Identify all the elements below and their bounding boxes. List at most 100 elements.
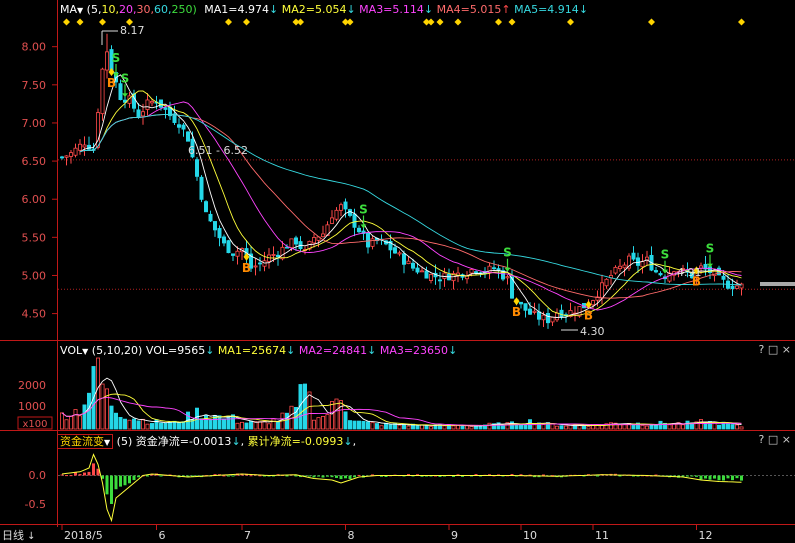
stock-chart: BBB BBSSSS S S 2018/5 6 7 8 9 10 11 12 8.00 7.50 7… xyxy=(0,0,795,542)
volume-bar xyxy=(428,426,433,430)
candle-body xyxy=(185,131,190,142)
volume-bar xyxy=(127,419,132,430)
low-price-label: 4.30 xyxy=(580,325,605,338)
candle-body xyxy=(735,285,740,289)
volume-bar xyxy=(145,423,150,430)
candle-body xyxy=(78,143,83,151)
flow-header: 资金流变▼ (5) 资金净流=-0.0013↓, 累计净流=-0.0993↓, xyxy=(57,433,356,449)
vol-params: (5,10,20) xyxy=(91,344,143,357)
restore-button[interactable]: □ xyxy=(768,433,778,446)
volume-bar xyxy=(361,421,366,430)
candle-body xyxy=(613,266,618,274)
volume-bar xyxy=(406,425,411,430)
volume-bar xyxy=(424,424,429,430)
volume-bar xyxy=(699,419,704,430)
volume-bar xyxy=(735,424,740,430)
candle-body xyxy=(60,156,65,159)
restore-button[interactable]: □ xyxy=(768,343,778,356)
flow-bar xyxy=(146,475,149,477)
volume-bar xyxy=(248,420,253,430)
volume-bar xyxy=(140,418,145,430)
help-button[interactable]: ? xyxy=(759,433,765,446)
candle-body xyxy=(415,267,420,273)
flow-param: (5) xyxy=(116,435,133,448)
volume-bar xyxy=(199,418,204,430)
volume-bar xyxy=(118,417,123,430)
candle-body xyxy=(604,278,609,287)
volume-bar xyxy=(658,420,663,430)
volume-bar xyxy=(559,425,564,430)
event-marker-diamond xyxy=(76,18,84,26)
volume-bar xyxy=(455,424,460,430)
candle-body xyxy=(424,270,429,279)
volume-bar xyxy=(320,416,325,430)
volume-bar xyxy=(69,415,74,430)
candle-body xyxy=(410,262,415,269)
volume-bar xyxy=(307,391,312,430)
sell-signal-label: S xyxy=(112,51,121,65)
dropdown-caret-icon[interactable]: ▼ xyxy=(104,438,110,447)
candle-body xyxy=(82,144,87,148)
candle-body xyxy=(654,270,659,273)
flow-bar xyxy=(128,475,131,484)
flow-bar xyxy=(344,475,347,479)
volume-bar xyxy=(163,422,168,430)
candle-body xyxy=(257,262,262,265)
volume-bar xyxy=(365,421,370,430)
volume-bar xyxy=(555,425,560,430)
candle-body xyxy=(69,152,74,157)
buy-signal-label: B xyxy=(512,305,521,319)
buy-point-diamond xyxy=(513,297,520,306)
close-button[interactable]: × xyxy=(782,343,791,356)
period-button[interactable]: 日线 ↓ xyxy=(2,527,36,543)
high-price-label: 8.17 xyxy=(120,24,145,37)
volume-bar xyxy=(500,425,505,430)
buy-signal-label: B xyxy=(107,76,116,90)
event-marker-diamond xyxy=(346,18,354,26)
help-button[interactable]: ? xyxy=(759,343,765,356)
period-label[interactable]: 日线 xyxy=(2,529,24,542)
candle-body xyxy=(163,107,168,110)
flow-bar xyxy=(69,475,73,477)
flow-bar xyxy=(119,475,122,487)
candle-body xyxy=(640,261,645,268)
dropdown-caret-icon[interactable]: ▼ xyxy=(77,6,83,15)
candle-body xyxy=(618,265,623,270)
flow-bar xyxy=(321,475,325,478)
volume-bar xyxy=(64,419,69,430)
flow-bar xyxy=(92,463,95,476)
candle-body xyxy=(253,265,258,268)
volume-bar xyxy=(338,400,343,430)
volume-bar xyxy=(266,423,271,430)
candle-body xyxy=(203,201,208,213)
vol-indicator-dropdown[interactable]: VOL xyxy=(60,344,82,357)
volume-bar xyxy=(726,423,731,430)
current-price-marker xyxy=(760,282,795,286)
candle-body xyxy=(658,273,663,276)
volume-bar xyxy=(645,425,650,430)
candle-body xyxy=(622,264,627,269)
candle-body xyxy=(419,270,424,273)
candle-body xyxy=(293,237,298,245)
price-tick-label: 6.00 xyxy=(22,193,47,206)
close-button[interactable]: × xyxy=(782,433,791,446)
candle-body xyxy=(712,270,717,277)
candle-body xyxy=(311,237,316,244)
flow-bar xyxy=(110,475,113,504)
candle-body xyxy=(356,227,361,233)
flow-bar xyxy=(681,475,685,477)
flow-indicator-dropdown[interactable]: 资金流变▼ xyxy=(57,434,114,449)
flow-line xyxy=(61,453,742,523)
arrow-down-icon[interactable]: ↓ xyxy=(24,531,35,542)
volume-bar xyxy=(275,420,280,430)
volume-bar xyxy=(176,422,181,430)
dropdown-caret-icon[interactable]: ▼ xyxy=(82,347,88,356)
sell-signal-arrowhead xyxy=(504,267,511,272)
arrow-down-icon: ↓ xyxy=(205,344,215,357)
price-tick-label: 7.00 xyxy=(22,117,47,130)
price-tick-label: 7.50 xyxy=(22,79,47,92)
volume-bar xyxy=(717,424,722,430)
volume-bar xyxy=(667,424,672,430)
volume-bar xyxy=(383,422,388,430)
ma-indicator-dropdown[interactable]: MA xyxy=(60,3,77,16)
